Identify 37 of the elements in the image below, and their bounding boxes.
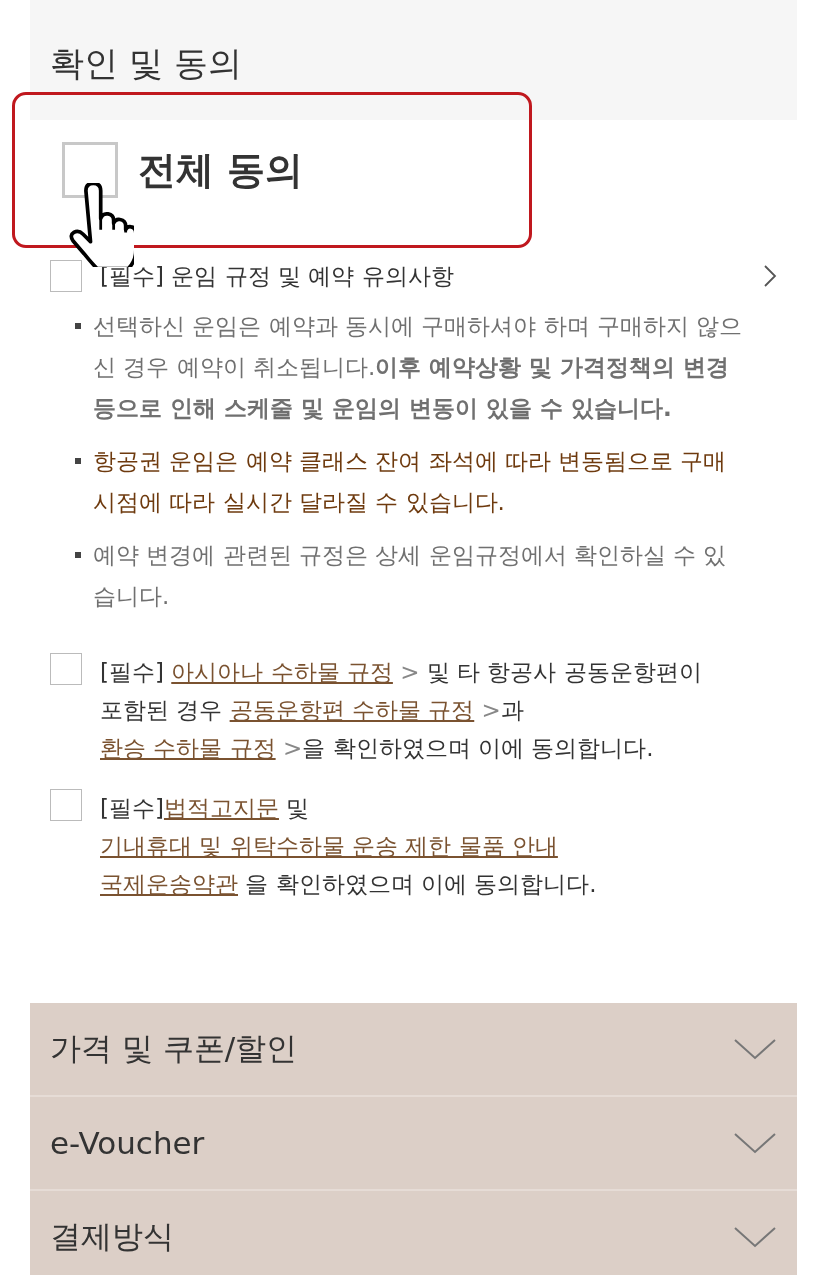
bullet-icon (75, 323, 81, 329)
accordion-header[interactable]: e-Voucher (30, 1097, 797, 1191)
agreement-text: 및 (285, 795, 310, 821)
link[interactable]: 기내휴대 및 위탁수하물 운송 제한 물품 안내 (100, 833, 558, 859)
checkbox[interactable] (50, 653, 82, 685)
notice-text: 항공권 운임은 예약 클래스 잔여 좌석에 따라 변동됨으로 구매시점에 따라 실시간 달라질 수 있습니다. (93, 447, 728, 517)
bullet-icon (75, 458, 81, 464)
accordion-header[interactable]: 가격 및 쿠폰/할인 (30, 1003, 797, 1097)
chevron-down-icon (733, 1225, 777, 1249)
link[interactable]: 공동운항편 수하물 규정 (229, 697, 475, 723)
agreement-text: 과 (500, 697, 524, 723)
notice-text: 예약 변경에 관련된 규정은 상세 운임규정에서 확인하실 수 있습니다. (93, 541, 728, 611)
checkbox[interactable] (50, 789, 82, 821)
checkbox[interactable] (62, 142, 118, 198)
link[interactable]: 환승 수하물 규정 (100, 735, 276, 761)
agreement-text: 및 타 항공사 공동운항편이 (426, 659, 702, 685)
bullet-icon (75, 552, 81, 558)
accordion-header[interactable]: 결제방식 (30, 1191, 797, 1275)
section-title: 확인 및 동의 (50, 43, 242, 83)
chevron-icon: > (474, 697, 501, 723)
agreement-text: 포함된 경우 (100, 697, 224, 723)
agreement-text: [필수] (100, 659, 165, 685)
checkbox[interactable] (50, 260, 82, 292)
notice-text: 선택하신 운임은 예약과 동시에 구매하셔야 하며 구매하지 않으신 경우 예약이 취소됩니다.이후 예약상황 및 가격정책의 변경 등으로 인해 스케줄 및 운임의 변동이 있을 수 있습니다. (93, 312, 744, 423)
link[interactable]: 아시아나 수하물 규정 (171, 659, 393, 685)
agreement-text: 을 확인하였으며 이에 동의합니다. (302, 735, 654, 761)
chevron-icon: > (275, 735, 303, 761)
chevron-right-icon[interactable] (763, 264, 777, 288)
chevron-down-icon (733, 1131, 777, 1155)
chevron-icon: > (392, 659, 427, 685)
agree-all-label: 전체 동의 (138, 146, 304, 194)
agreement-text: 을 확인하였으며 이에 동의합니다. (244, 871, 597, 897)
link[interactable]: 국제운송약관 (100, 871, 238, 897)
agreement-label: [필수] 운임 규정 및 예약 유의사항 (100, 261, 455, 291)
link[interactable]: 법적고지문 (163, 795, 279, 821)
agreement-text: [필수] (100, 795, 164, 821)
chevron-down-icon (733, 1037, 777, 1061)
